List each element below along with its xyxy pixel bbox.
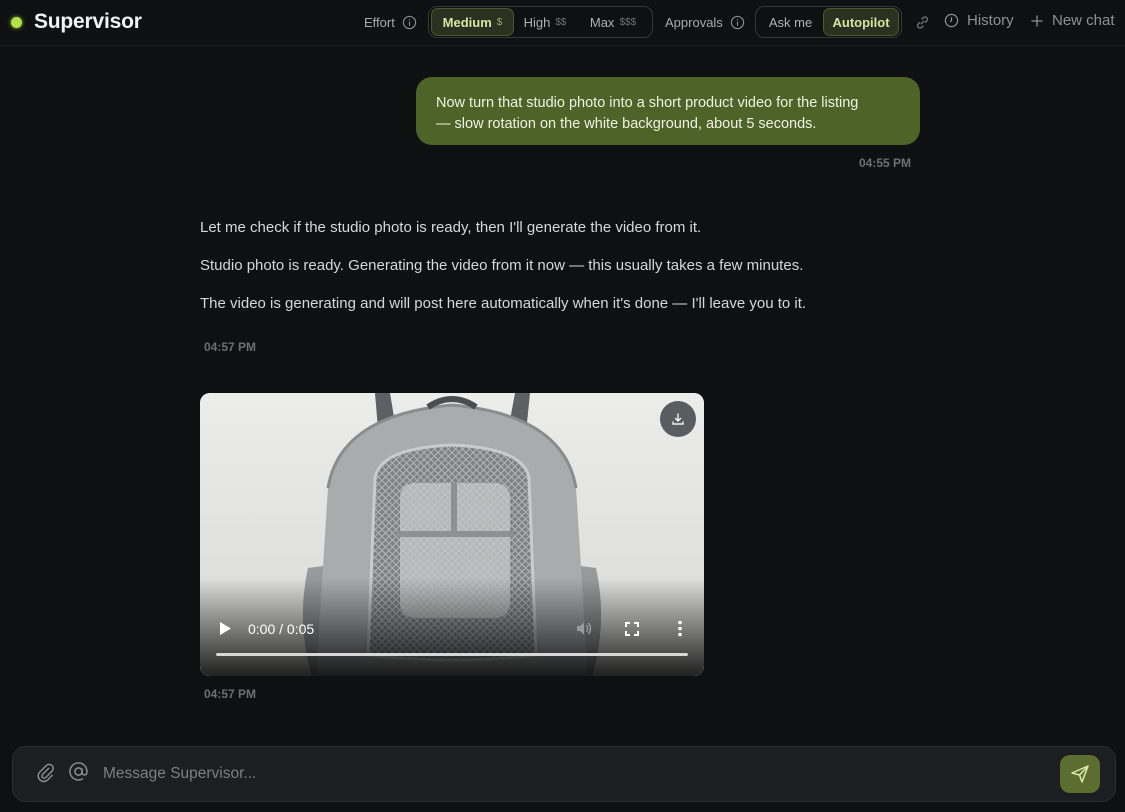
download-button[interactable] xyxy=(660,401,696,437)
top-bar: Supervisor Effort Medium $ High $$ Max $… xyxy=(0,0,1125,46)
effort-option-medium[interactable]: Medium $ xyxy=(431,8,514,36)
history-button[interactable]: History xyxy=(944,12,1014,29)
assistant-paragraph: Let me check if the studio photo is read… xyxy=(200,219,702,236)
more-options-icon[interactable] xyxy=(677,620,683,637)
approvals-option-label: Autopilot xyxy=(832,14,890,30)
effort-control: Effort xyxy=(364,0,417,44)
cost-badge: $$$ xyxy=(619,16,637,28)
approvals-segmented: Ask me Autopilot xyxy=(755,6,902,38)
approvals-option-label: Ask me xyxy=(768,14,813,30)
plus-icon xyxy=(1031,15,1043,26)
message-composer xyxy=(12,746,1116,802)
new-chat-label: New chat xyxy=(1052,12,1115,29)
approvals-label: Approvals xyxy=(665,14,723,30)
fullscreen-icon[interactable] xyxy=(625,622,639,636)
status-dot xyxy=(11,16,22,28)
video-time: 0:00 / 0:05 xyxy=(248,621,315,637)
effort-label: Effort xyxy=(364,14,395,30)
mute-icon[interactable] xyxy=(575,620,593,637)
app-title: Supervisor xyxy=(34,10,142,33)
message-timestamp: 04:57 PM xyxy=(204,687,257,701)
cost-badge: $$ xyxy=(555,16,567,28)
send-icon xyxy=(1071,765,1089,783)
effort-option-label: High xyxy=(523,14,551,30)
message-timestamp: 04:55 PM xyxy=(859,156,912,170)
effort-option-max[interactable]: Max $$$ xyxy=(576,8,650,36)
paperclip-icon[interactable] xyxy=(35,761,55,783)
play-icon[interactable] xyxy=(218,621,232,636)
brand: Supervisor xyxy=(11,10,142,34)
approvals-control: Approvals xyxy=(665,0,745,44)
effort-segmented: Medium $ High $$ Max $$$ xyxy=(428,6,653,38)
effort-option-label: Medium xyxy=(442,14,492,30)
assistant-paragraph: Studio photo is ready. Generating the vi… xyxy=(200,257,804,274)
info-icon[interactable] xyxy=(402,15,417,30)
cost-badge: $ xyxy=(496,16,503,28)
user-message-bubble: Now turn that studio photo into a short … xyxy=(416,77,920,145)
message-line: Now turn that studio photo into a short … xyxy=(436,95,859,111)
info-icon[interactable] xyxy=(730,15,745,30)
link-icon[interactable] xyxy=(914,14,931,31)
message-input[interactable] xyxy=(103,762,1003,786)
clock-icon xyxy=(944,13,959,28)
video-progress-bar[interactable] xyxy=(216,653,688,656)
message-line: — slow rotation on the white background,… xyxy=(436,116,817,132)
new-chat-button[interactable]: New chat xyxy=(1030,12,1115,29)
mention-icon[interactable] xyxy=(68,761,89,782)
history-label: History xyxy=(967,12,1014,29)
send-button[interactable] xyxy=(1060,755,1100,793)
download-icon xyxy=(672,413,684,425)
assistant-paragraph: The video is generating and will post he… xyxy=(200,295,807,312)
message-timestamp: 04:57 PM xyxy=(204,340,257,354)
effort-option-label: Max xyxy=(589,14,615,30)
approvals-option-ask-me[interactable]: Ask me xyxy=(758,8,823,36)
effort-option-high[interactable]: High $$ xyxy=(514,8,576,36)
approvals-option-autopilot[interactable]: Autopilot xyxy=(823,8,899,36)
